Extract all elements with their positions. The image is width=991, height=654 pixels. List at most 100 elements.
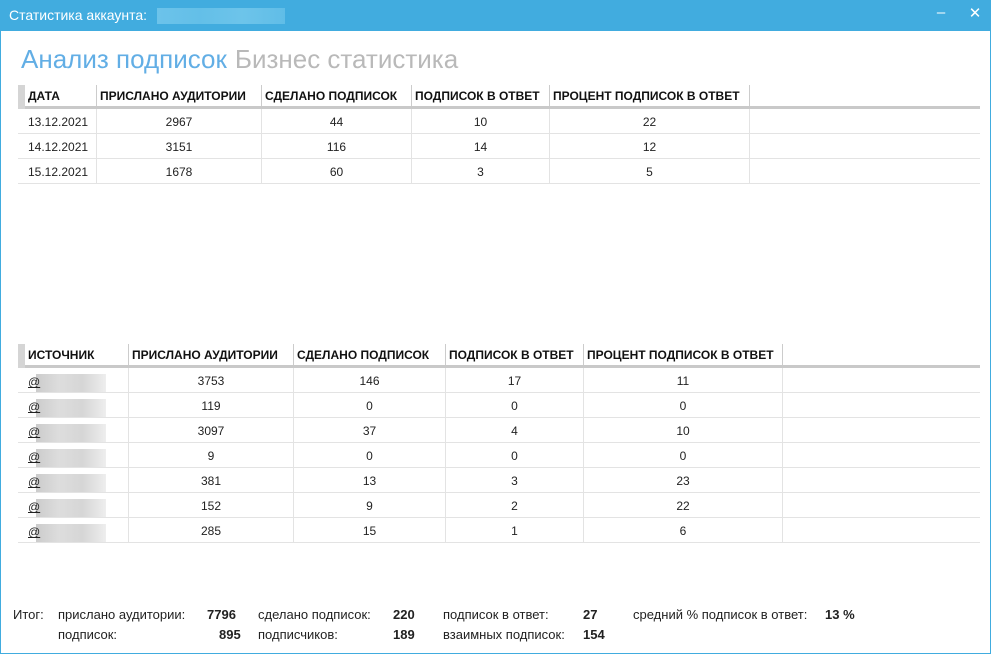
table-cell: 17 bbox=[446, 368, 584, 392]
source-link[interactable]: @ bbox=[28, 500, 40, 514]
daily-stats-table: ДАТА ПРИСЛАНО АУДИТОРИИ СДЕЛАНО ПОДПИСОК ПО… bbox=[18, 85, 980, 184]
source-link[interactable]: @ bbox=[28, 450, 40, 464]
table-cell: 13 bbox=[294, 468, 446, 492]
table-cell: 0 bbox=[446, 393, 584, 417]
source-cell: @ bbox=[18, 468, 129, 492]
table-cell: 3151 bbox=[97, 134, 262, 158]
column-header[interactable]: ПРИСЛАНО АУДИТОРИИ bbox=[129, 344, 294, 365]
table-cell: 4 bbox=[446, 418, 584, 442]
table-cell: 0 bbox=[294, 443, 446, 467]
table-cell: 116 bbox=[262, 134, 412, 158]
table-cell: 285 bbox=[129, 518, 294, 542]
source-cell: @ bbox=[18, 418, 129, 442]
tab-subscription-analysis[interactable]: Анализ подписок bbox=[21, 44, 227, 74]
table-cell: 2 bbox=[446, 493, 584, 517]
column-header[interactable]: ДАТА bbox=[25, 85, 97, 106]
table-cell: 11 bbox=[584, 368, 783, 392]
column-header[interactable]: ПРОЦЕНТ ПОДПИСОК В ОТВЕТ bbox=[584, 344, 783, 365]
sent-value: 7796 bbox=[207, 607, 236, 622]
tab-business-statistics[interactable]: Бизнес статистика bbox=[235, 44, 458, 74]
table-row[interactable]: 14.12.2021 3151 116 14 12 bbox=[18, 134, 980, 159]
avg-label: средний % подписок в ответ: bbox=[633, 607, 808, 622]
table-cell: 0 bbox=[584, 443, 783, 467]
source-link[interactable]: @ bbox=[28, 400, 40, 414]
row-header-corner bbox=[18, 344, 25, 368]
table-cell: 14 bbox=[412, 134, 550, 158]
source-cell: @ bbox=[18, 493, 129, 517]
table-cell: 119 bbox=[129, 393, 294, 417]
source-cell: @ bbox=[18, 368, 129, 392]
close-button[interactable]: ✕ bbox=[962, 4, 988, 26]
table-cell: 3097 bbox=[129, 418, 294, 442]
source-cell: @ bbox=[18, 518, 129, 542]
row-header-corner bbox=[18, 85, 25, 109]
table-cell: 1678 bbox=[97, 159, 262, 183]
minimize-button[interactable]: – bbox=[928, 4, 954, 26]
source-link[interactable]: @ bbox=[28, 475, 40, 489]
column-header[interactable]: ПОДПИСОК В ОТВЕТ bbox=[412, 85, 550, 106]
source-name-redacted bbox=[36, 474, 107, 492]
table-cell: 37 bbox=[294, 418, 446, 442]
table-cell: 15 bbox=[294, 518, 446, 542]
source-cell: @ bbox=[18, 443, 129, 467]
table-cell: 3753 bbox=[129, 368, 294, 392]
table-row[interactable]: 13.12.2021 2967 44 10 22 bbox=[18, 109, 980, 134]
source-name-redacted bbox=[36, 524, 107, 542]
tab-bar: Анализ подписок Бизнес статистика bbox=[21, 44, 458, 75]
subs-label: подписок: bbox=[58, 627, 118, 642]
table-cell: 12 bbox=[550, 134, 750, 158]
table-row[interactable]: @3097 37 4 10 bbox=[18, 418, 980, 443]
table-row[interactable]: @285 15 1 6 bbox=[18, 518, 980, 543]
column-header[interactable]: ИСТОЧНИК bbox=[25, 344, 129, 365]
column-header[interactable]: ПРИСЛАНО АУДИТОРИИ bbox=[97, 85, 262, 106]
source-name-redacted bbox=[36, 499, 107, 517]
account-name-redacted bbox=[157, 8, 285, 24]
source-link[interactable]: @ bbox=[28, 375, 40, 389]
table-cell: 3 bbox=[446, 468, 584, 492]
table-cell: 146 bbox=[294, 368, 446, 392]
table-cell: 13.12.2021 bbox=[18, 109, 97, 133]
table-cell: 3 bbox=[412, 159, 550, 183]
table-cell: 22 bbox=[550, 109, 750, 133]
table-cell: 23 bbox=[584, 468, 783, 492]
table-cell: 9 bbox=[129, 443, 294, 467]
column-header[interactable]: СДЕЛАНО ПОДПИСОК bbox=[294, 344, 446, 365]
table-cell: 22 bbox=[584, 493, 783, 517]
table-cell: 14.12.2021 bbox=[18, 134, 97, 158]
table-header: ДАТА ПРИСЛАНО АУДИТОРИИ СДЕЛАНО ПОДПИСОК ПО… bbox=[18, 85, 980, 109]
column-header[interactable]: ПРОЦЕНТ ПОДПИСОК В ОТВЕТ bbox=[550, 85, 750, 106]
title-bar: Статистика аккаунта: – ✕ bbox=[0, 0, 991, 31]
table-row[interactable]: 15.12.2021 1678 60 3 5 bbox=[18, 159, 980, 184]
table-header: ИСТОЧНИК ПРИСЛАНО АУДИТОРИИ СДЕЛАНО ПОДПИС… bbox=[18, 344, 980, 368]
table-cell: 1 bbox=[446, 518, 584, 542]
table-row[interactable]: @9 0 0 0 bbox=[18, 443, 980, 468]
source-name-redacted bbox=[36, 449, 107, 467]
table-row[interactable]: @381 13 3 23 bbox=[18, 468, 980, 493]
table-row[interactable]: @3753 146 17 11 bbox=[18, 368, 980, 393]
table-cell: 6 bbox=[584, 518, 783, 542]
table-cell: 9 bbox=[294, 493, 446, 517]
source-name-redacted bbox=[36, 399, 107, 417]
table-cell: 381 bbox=[129, 468, 294, 492]
source-link[interactable]: @ bbox=[28, 525, 40, 539]
table-cell: 10 bbox=[584, 418, 783, 442]
column-header[interactable]: ПОДПИСОК В ОТВЕТ bbox=[446, 344, 584, 365]
subs-value: 895 bbox=[219, 627, 241, 642]
table-row[interactable]: @119 0 0 0 bbox=[18, 393, 980, 418]
made-value: 220 bbox=[393, 607, 415, 622]
mutual-label: взаимных подписок: bbox=[443, 627, 565, 642]
column-header[interactable]: СДЕЛАНО ПОДПИСОК bbox=[262, 85, 412, 106]
source-cell: @ bbox=[18, 393, 129, 417]
mutual-value: 154 bbox=[583, 627, 605, 642]
source-stats-table: ИСТОЧНИК ПРИСЛАНО АУДИТОРИИ СДЕЛАНО ПОДПИС… bbox=[18, 344, 980, 543]
table-cell: 0 bbox=[446, 443, 584, 467]
table-cell: 152 bbox=[129, 493, 294, 517]
table-cell: 15.12.2021 bbox=[18, 159, 97, 183]
totals-label: Итог: bbox=[13, 607, 44, 622]
table-cell: 10 bbox=[412, 109, 550, 133]
source-link[interactable]: @ bbox=[28, 425, 40, 439]
source-name-redacted bbox=[36, 424, 107, 442]
back-label: подписок в ответ: bbox=[443, 607, 549, 622]
avg-value: 13 % bbox=[825, 607, 855, 622]
table-row[interactable]: @152 9 2 22 bbox=[18, 493, 980, 518]
